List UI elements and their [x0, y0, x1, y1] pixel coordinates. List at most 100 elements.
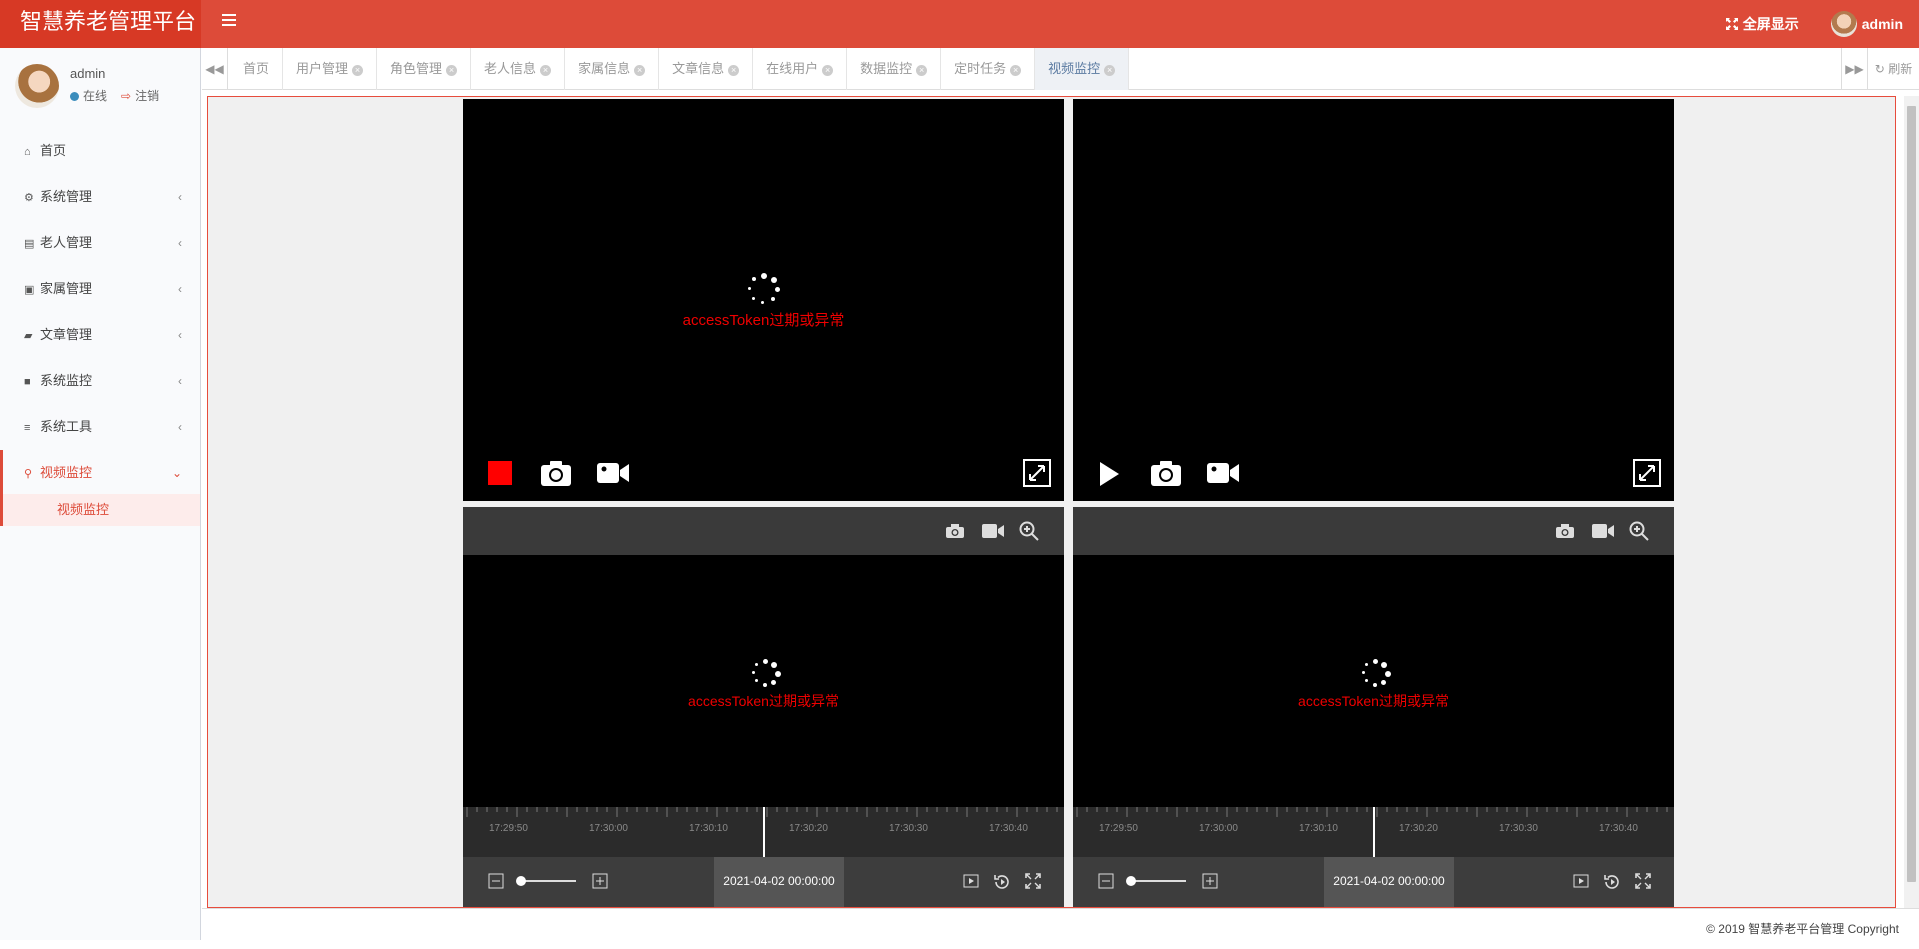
gear-icon: ⚙: [24, 192, 34, 204]
playback-datetime[interactable]: 2021-04-02 00:00:00: [714, 857, 844, 907]
content-scrollbar[interactable]: [1904, 96, 1919, 908]
tab-family-info[interactable]: 家属信息 ×: [565, 48, 660, 90]
tab-bar: ◀◀ 首页 用户管理 × 角色管理 × 老人信息 × 家属信息 × 文章信息 × 在线用户…: [202, 48, 1919, 90]
video-player-1[interactable]: accessToken过期或异常: [463, 99, 1064, 501]
sidebar-item-article-management[interactable]: ▰ 文章管理 ‹: [0, 312, 200, 358]
tab-data-monitor[interactable]: 数据监控 ×: [847, 48, 942, 90]
slider-handle[interactable]: [1126, 876, 1136, 886]
chevron-down-icon: ⌄: [171, 466, 182, 480]
zoom-in-icon[interactable]: [1629, 521, 1649, 544]
camera-icon[interactable]: [1555, 523, 1575, 542]
expand-icon: [1725, 18, 1738, 30]
tab-scheduled-tasks[interactable]: 定时任务 ×: [941, 48, 1036, 90]
timeline-label: 17:30:40: [989, 823, 1028, 834]
sidebar-item-system-management[interactable]: ⚙ 系统管理 ‹: [0, 174, 200, 220]
playback-player-2[interactable]: accessToken过期或异常 17:29:50 17:30:00 17:30…: [1073, 507, 1674, 907]
refresh-button[interactable]: ↻ 刷新: [1867, 48, 1919, 90]
online-dot-icon: [70, 92, 79, 101]
expand-icon[interactable]: [1023, 459, 1051, 487]
close-icon[interactable]: ×: [1010, 65, 1022, 76]
frame-icon[interactable]: [963, 874, 979, 888]
home-icon: ⌂: [24, 146, 31, 158]
close-icon[interactable]: ×: [728, 65, 740, 76]
video-record-icon[interactable]: [1591, 523, 1615, 542]
chevron-left-icon: ‹: [178, 374, 182, 388]
fullscreen-icon[interactable]: [1635, 873, 1651, 889]
timeline[interactable]: 17:29:50 17:30:00 17:30:10 17:30:20 17:3…: [463, 807, 1064, 857]
close-icon[interactable]: ×: [540, 65, 552, 76]
camera-icon[interactable]: [540, 459, 572, 487]
video-record-icon[interactable]: [981, 523, 1005, 542]
sidebar-item-video-monitor[interactable]: ⚲ 视频监控 ⌄: [0, 450, 200, 496]
zoom-slider[interactable]: [1126, 876, 1186, 886]
id-card-icon: ▤: [24, 238, 35, 250]
playback-controls: 2021-04-02 00:00:00: [463, 857, 1064, 907]
close-icon[interactable]: ×: [1104, 65, 1116, 76]
playback-datetime[interactable]: 2021-04-02 00:00:00: [1324, 857, 1454, 907]
contact-icon: ▣: [24, 284, 35, 296]
tab-role-management[interactable]: 角色管理 ×: [377, 48, 472, 90]
app-logo-title[interactable]: 智慧养老管理平台: [0, 0, 201, 48]
close-icon[interactable]: ×: [822, 65, 834, 76]
sidebar-toggle-icon[interactable]: [222, 14, 236, 28]
tab-home[interactable]: 首页: [230, 48, 284, 90]
timeline-cursor[interactable]: [1373, 807, 1375, 857]
sign-out-icon: ⇨: [121, 89, 132, 103]
user-menu[interactable]: admin: [1830, 11, 1903, 37]
scrollbar-thumb[interactable]: [1907, 106, 1916, 882]
zoom-out-icon[interactable]: [1098, 873, 1114, 889]
camera-icon[interactable]: [1150, 459, 1182, 487]
fullscreen-button[interactable]: 全屏显示: [1725, 14, 1799, 34]
zoom-in-box-icon[interactable]: [1202, 873, 1218, 889]
close-icon[interactable]: ×: [446, 65, 458, 76]
tab-online-users[interactable]: 在线用户 ×: [753, 48, 848, 90]
footer: © 2019 智慧养老平台管理 Copyright: [202, 908, 1919, 940]
tab-user-management[interactable]: 用户管理 ×: [283, 48, 378, 90]
video-player-2[interactable]: [1073, 99, 1674, 501]
submenu-item-video-monitor[interactable]: 视频监控: [0, 494, 200, 526]
frame-icon[interactable]: [1573, 874, 1589, 888]
zoom-in-icon[interactable]: [1019, 521, 1039, 544]
user-panel: admin 在线 ⇨ 注销: [0, 48, 200, 120]
play-icon[interactable]: [1098, 461, 1120, 487]
camera-icon[interactable]: [945, 523, 965, 542]
zoom-out-icon[interactable]: [488, 873, 504, 889]
timeline-label: 17:30:10: [689, 823, 728, 834]
playback-player-1[interactable]: accessToken过期或异常 17:29:50 17:30:00 17:30…: [463, 507, 1064, 907]
tabs-scroll-right-icon[interactable]: ▶▶: [1841, 48, 1867, 90]
avatar: [1830, 11, 1857, 37]
timeline[interactable]: 17:29:50 17:30:00 17:30:10 17:30:20 17:3…: [1073, 807, 1674, 857]
zoom-slider[interactable]: [516, 876, 576, 886]
timeline-label: 17:30:40: [1599, 823, 1638, 834]
bars-icon: ≡: [24, 422, 31, 434]
fullscreen-label: 全屏显示: [1742, 16, 1799, 32]
video-camera-icon: ■: [24, 376, 31, 388]
search-icon: ⚲: [24, 468, 33, 480]
sidebar-item-elder-management[interactable]: ▤ 老人管理 ‹: [0, 220, 200, 266]
sidebar-item-system-monitor[interactable]: ■ 系统监控 ‹: [0, 358, 200, 404]
video-record-icon[interactable]: [1206, 462, 1240, 484]
logout-link[interactable]: ⇨ 注销: [121, 87, 159, 104]
tab-video-monitor[interactable]: 视频监控 ×: [1035, 48, 1130, 90]
tab-elder-info[interactable]: 老人信息 ×: [471, 48, 566, 90]
slider-handle[interactable]: [516, 876, 526, 886]
sidebar-item-system-tools[interactable]: ≡ 系统工具 ‹: [0, 404, 200, 450]
zoom-in-box-icon[interactable]: [592, 873, 608, 889]
stop-icon[interactable]: [488, 461, 512, 485]
replay-icon[interactable]: [1603, 873, 1621, 891]
replay-icon[interactable]: [993, 873, 1011, 891]
tabs-scroll-left-icon[interactable]: ◀◀: [202, 48, 228, 90]
close-icon[interactable]: ×: [916, 65, 928, 76]
tab-article-info[interactable]: 文章信息 ×: [659, 48, 754, 90]
sidebar: admin 在线 ⇨ 注销 ⌂ 首页 ⚙ 系统管理 ‹ ▤ 老人管理 ‹ ▣ 家属管理 ‹ ▰ 文…: [0, 48, 201, 940]
video-record-icon[interactable]: [596, 462, 630, 484]
timeline-cursor[interactable]: [763, 807, 765, 857]
refresh-icon: ↻: [1874, 62, 1885, 76]
sidebar-item-family-management[interactable]: ▣ 家属管理 ‹: [0, 266, 200, 312]
close-icon[interactable]: ×: [634, 65, 646, 76]
sidebar-item-home[interactable]: ⌂ 首页: [0, 128, 200, 174]
chevron-left-icon: ‹: [178, 328, 182, 342]
expand-icon[interactable]: [1633, 459, 1661, 487]
close-icon[interactable]: ×: [352, 65, 364, 76]
fullscreen-icon[interactable]: [1025, 873, 1041, 889]
